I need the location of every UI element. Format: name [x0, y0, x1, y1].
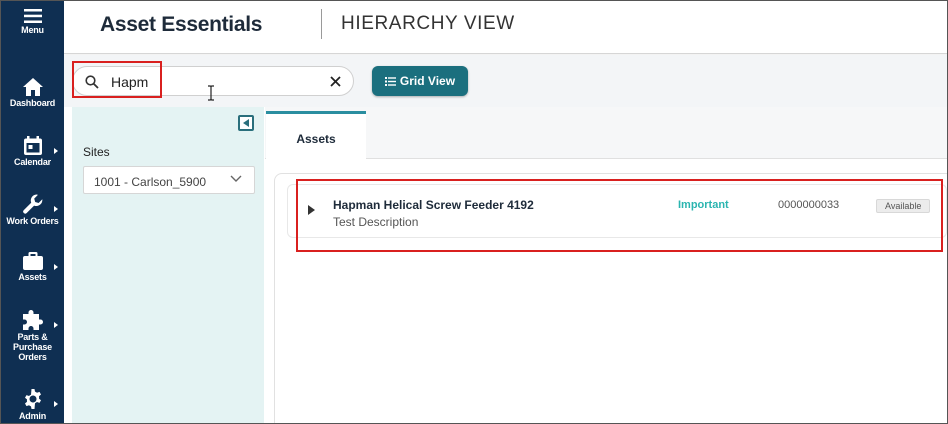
grid-view-label: Grid View [399, 74, 456, 88]
sidebar-item-label: Admin [19, 411, 46, 421]
text-cursor-icon [208, 85, 214, 101]
site-select-value: 1001 - Carlson_5900 [94, 175, 207, 189]
page-header: Asset Essentials HIERARCHY VIEW [64, 1, 947, 54]
wrench-icon [22, 194, 42, 214]
gear-icon [24, 389, 41, 409]
chevron-down-icon [230, 175, 242, 182]
home-icon [22, 78, 43, 96]
app-title: Asset Essentials [100, 13, 263, 36]
asset-highlight-box [296, 179, 943, 252]
calendar-icon [23, 136, 42, 155]
sidebar-item-label: Calendar [14, 157, 51, 167]
view-title: HIERARCHY VIEW [341, 13, 515, 34]
list-icon [384, 76, 396, 86]
expand-caret-icon [54, 401, 58, 407]
collapse-panel-icon[interactable] [238, 115, 254, 131]
app-window: Menu Dashboard Calendar Work Orders Asse… [0, 0, 948, 424]
sites-label: Sites [83, 145, 110, 159]
expand-caret-icon [54, 264, 58, 270]
sidebar-item-dashboard[interactable]: Dashboard [1, 78, 64, 108]
expand-caret-icon [54, 322, 58, 328]
expand-caret-icon [54, 206, 58, 212]
sidebar-item-label: Assets [18, 272, 47, 282]
sidebar-item-label: Work Orders [6, 216, 59, 226]
sidebar-item-admin[interactable]: Admin [1, 389, 64, 421]
close-icon[interactable] [328, 74, 343, 89]
filter-panel: Sites 1001 - Carlson_5900 [72, 107, 264, 423]
briefcase-icon [22, 252, 43, 270]
sidebar-item-label-line-3: Orders [18, 352, 47, 362]
search-highlight-box [72, 61, 162, 98]
menu-label: Menu [21, 25, 44, 35]
site-select[interactable]: 1001 - Carlson_5900 [83, 166, 255, 194]
tab-bar: Assets [265, 107, 947, 159]
expand-caret-icon [54, 148, 58, 154]
hamburger-icon [23, 9, 42, 23]
sidebar-item-label-line-1: Parts & [17, 332, 48, 342]
header-divider [321, 9, 322, 39]
sidebar: Menu Dashboard Calendar Work Orders Asse… [1, 1, 64, 423]
puzzle-icon [22, 310, 43, 330]
tab-assets[interactable]: Assets [266, 111, 366, 159]
toolbar: Grid View [64, 55, 947, 107]
menu-button[interactable]: Menu [1, 9, 64, 35]
sidebar-item-label: Dashboard [9, 98, 56, 108]
sidebar-item-label-line-2: Purchase [13, 342, 52, 352]
grid-view-button[interactable]: Grid View [372, 66, 468, 96]
sidebar-item-parts-purchase-orders[interactable]: Parts & Purchase Orders [1, 310, 64, 362]
sidebar-item-calendar[interactable]: Calendar [1, 136, 64, 167]
main-content: Assets Hapman Helical Screw Feeder 4192 … [265, 107, 947, 423]
sidebar-item-work-orders[interactable]: Work Orders [1, 194, 64, 226]
sidebar-item-assets[interactable]: Assets [1, 252, 64, 282]
